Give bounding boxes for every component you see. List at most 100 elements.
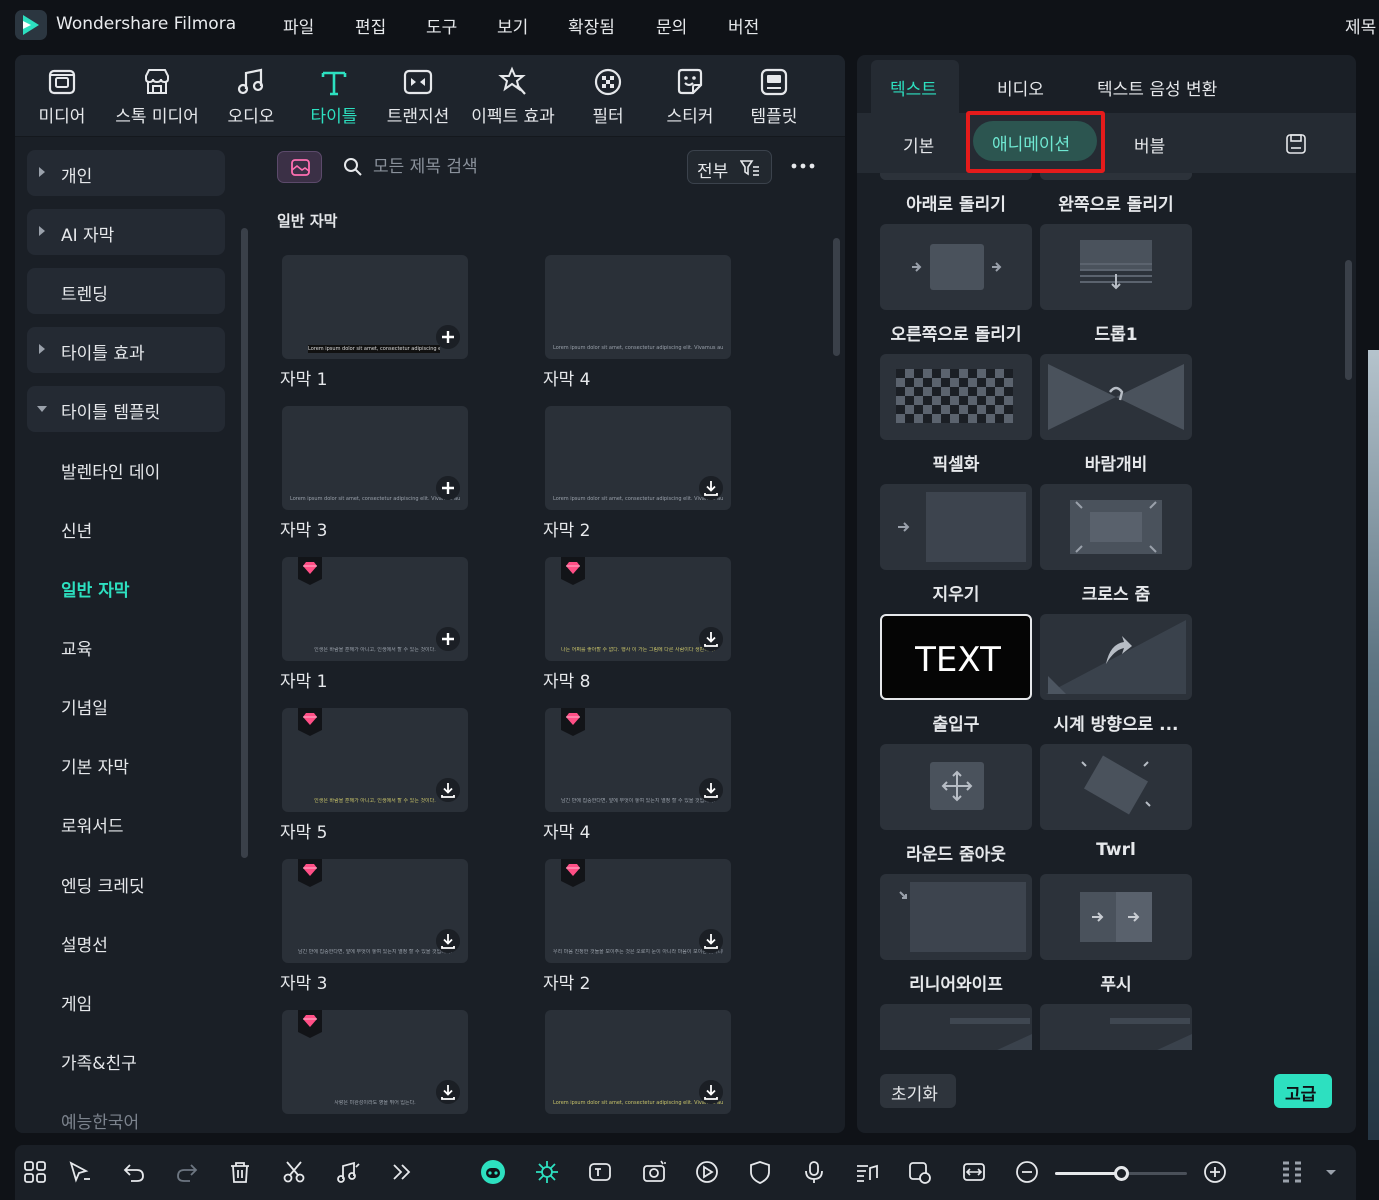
download-icon[interactable] [436,929,460,953]
animation-label: 아래로 돌리기 [906,195,1006,215]
category-title-effects[interactable]: 타이틀 효과 [27,327,225,373]
subcategory-anniversary[interactable]: 기념일 [61,694,108,719]
save-preset-icon[interactable] [1285,133,1307,155]
grid-options-icon[interactable] [1279,1159,1305,1185]
title-card[interactable]: 우리 마음 진정한 것들을 보이주는 것은 오로지 눈이 아니라 마음이 보이는… [545,859,731,963]
fit-icon[interactable] [961,1159,987,1185]
shield-icon[interactable] [747,1159,773,1185]
dropdown-icon[interactable] [1318,1159,1344,1185]
subcategory-general-captions[interactable]: 일반 자막 [61,576,129,601]
redo-icon[interactable] [174,1159,200,1185]
title-card[interactable]: 사랑은 미완성이라도 영을 뛰어 입는다. [282,1010,468,1114]
tab-text-to-speech[interactable]: 텍스트 음성 변환 [1097,75,1217,100]
category-trending[interactable]: 트렌딩 [27,268,225,314]
tab-text[interactable]: 텍스트 [890,75,937,100]
add-icon[interactable] [436,627,460,651]
toolbar-effects-button[interactable]: 이펙트 효과 [465,65,561,127]
toolbar-stock-media-button[interactable]: 스톡 미디어 [109,65,205,127]
title-card[interactable]: 인생은 바람을 훈해가 아니고, 인생에서 할 수 있는 것이다. [282,708,468,812]
subcategory-family-friends[interactable]: 가족&친구 [61,1049,137,1074]
title-card[interactable]: Lorem ipsum dolor sit amet, consectetur … [282,255,468,359]
menu-edit[interactable]: 편집 [355,13,386,38]
more-options-icon[interactable] [790,156,816,176]
auto-highlight-icon[interactable] [534,1159,560,1185]
subcategory-games[interactable]: 게임 [61,990,92,1015]
toolbar-audio-button[interactable]: 오디오 [203,65,299,127]
title-card[interactable]: Lorem ipsum dolor sit amet, consectetur … [545,1010,731,1114]
title-card[interactable]: Lorem ipsum dolor sit amet, consectetur … [545,255,731,359]
subtab-basic[interactable]: 기본 [903,132,934,157]
download-icon[interactable] [699,929,723,953]
subcategory-education[interactable]: 교육 [61,635,92,660]
toolbar-titles-button[interactable]: 타이틀 [286,65,382,127]
record-screen-icon[interactable] [641,1159,667,1185]
subcategory-end-credits[interactable]: 엔딩 크레딧 [61,872,145,897]
subcategory-lower-thirds[interactable]: 로워서드 [61,812,124,837]
more-chevrons-icon[interactable] [388,1159,414,1185]
card-preview-caption: 남긴 만에 집중한다면, 앞에 무엇이 놓여 있든지 열정 할 수 있을 것입니… [560,798,716,804]
audio-note-icon[interactable] [334,1159,360,1185]
zoom-slider[interactable] [1055,1166,1187,1181]
filter-dropdown[interactable]: 전부 [687,150,772,184]
subcategory-new-year[interactable]: 신년 [61,517,92,542]
subcategory-variety-korean[interactable]: 예능한국어 [61,1108,139,1133]
animation-scrollbar[interactable] [1345,260,1352,380]
download-icon[interactable] [436,778,460,802]
grid-scrollbar[interactable] [833,238,840,356]
toolbar-media-button[interactable]: 미디어 [15,65,110,127]
toolbar-stickers-button[interactable]: 스티커 [642,65,738,127]
add-icon[interactable] [436,325,460,349]
download-icon[interactable] [699,627,723,651]
replace-icon[interactable] [907,1159,933,1185]
zoom-out-icon[interactable] [1014,1159,1040,1185]
animation-thumbnail [1040,744,1192,830]
audio-mix-icon[interactable] [854,1159,880,1185]
menu-help[interactable]: 문의 [656,13,687,38]
ai-image-icon [291,159,310,176]
zoom-in-icon[interactable] [1202,1159,1228,1185]
download-icon[interactable] [699,778,723,802]
sidebar-scrollbar[interactable] [241,228,248,858]
play-render-icon[interactable] [694,1159,720,1185]
card-preview-caption: 인생은 바람을 훈해가 아니고, 인생에서 할 수 있는 것이다. [314,647,436,653]
undo-icon[interactable] [121,1159,147,1185]
ai-assistant-icon[interactable] [480,1159,506,1185]
category-ai-captions[interactable]: AI 자막 [27,209,225,255]
ai-title-button[interactable] [277,151,322,183]
animation-thumbnail [1040,1004,1192,1050]
add-icon[interactable] [436,476,460,500]
scissors-icon[interactable] [281,1159,307,1185]
download-icon[interactable] [699,1080,723,1104]
subcategory-basic-captions[interactable]: 기본 자막 [61,753,129,778]
category-title-templates[interactable]: 타이틀 템플릿 [27,386,225,432]
menu-file[interactable]: 파일 [283,13,314,38]
category-personal[interactable]: 개인 [27,150,225,196]
toolbar-templates-button[interactable]: 템플릿 [726,65,822,127]
select-tool-icon[interactable] [66,1159,92,1185]
toolbar-transitions-button[interactable]: 트랜지션 [370,65,466,127]
download-icon[interactable] [699,476,723,500]
menu-tools[interactable]: 도구 [426,13,457,38]
reset-button[interactable]: 초기화 [880,1074,956,1108]
title-card[interactable]: Lorem ipsum dolor sit amet, consectetur … [282,406,468,510]
microphone-icon[interactable] [801,1159,827,1185]
download-icon[interactable] [436,1080,460,1104]
subtab-bubble[interactable]: 버블 [1134,132,1165,157]
title-card[interactable]: Lorem ipsum dolor sit amet, consectetur … [545,406,731,510]
delete-icon[interactable] [227,1159,253,1185]
title-card[interactable]: 남긴 만에 집중한다면, 앞에 무엇이 놓여 있든지 열정 할 수 있을 것입니… [282,859,468,963]
advanced-button[interactable]: 고급 [1274,1074,1332,1108]
menu-extensions[interactable]: 확장됨 [568,13,615,38]
subcategory-callouts[interactable]: 설명선 [61,931,108,956]
menu-version[interactable]: 버전 [728,13,759,38]
subcategory-valentine[interactable]: 발렌타인 데이 [61,458,160,483]
search-input[interactable] [373,152,673,182]
text-to-speech-icon[interactable] [587,1159,613,1185]
layout-icon[interactable] [22,1159,48,1185]
title-card[interactable]: 인생은 바람을 훈해가 아니고, 인생에서 할 수 있는 것이다. [282,557,468,661]
menu-view[interactable]: 보기 [497,13,528,38]
title-card[interactable]: 나는 어쩌를 좋아할 수 없다. 행사 이 가든 그림에 다른 사람이다 생판이… [545,557,731,661]
tab-video[interactable]: 비디오 [997,75,1044,100]
zoom-slider-handle[interactable] [1114,1166,1129,1181]
title-card[interactable]: 남긴 만에 집중한다면, 앞에 무엇이 놓여 있든지 열정 할 수 있을 것입니… [545,708,731,812]
